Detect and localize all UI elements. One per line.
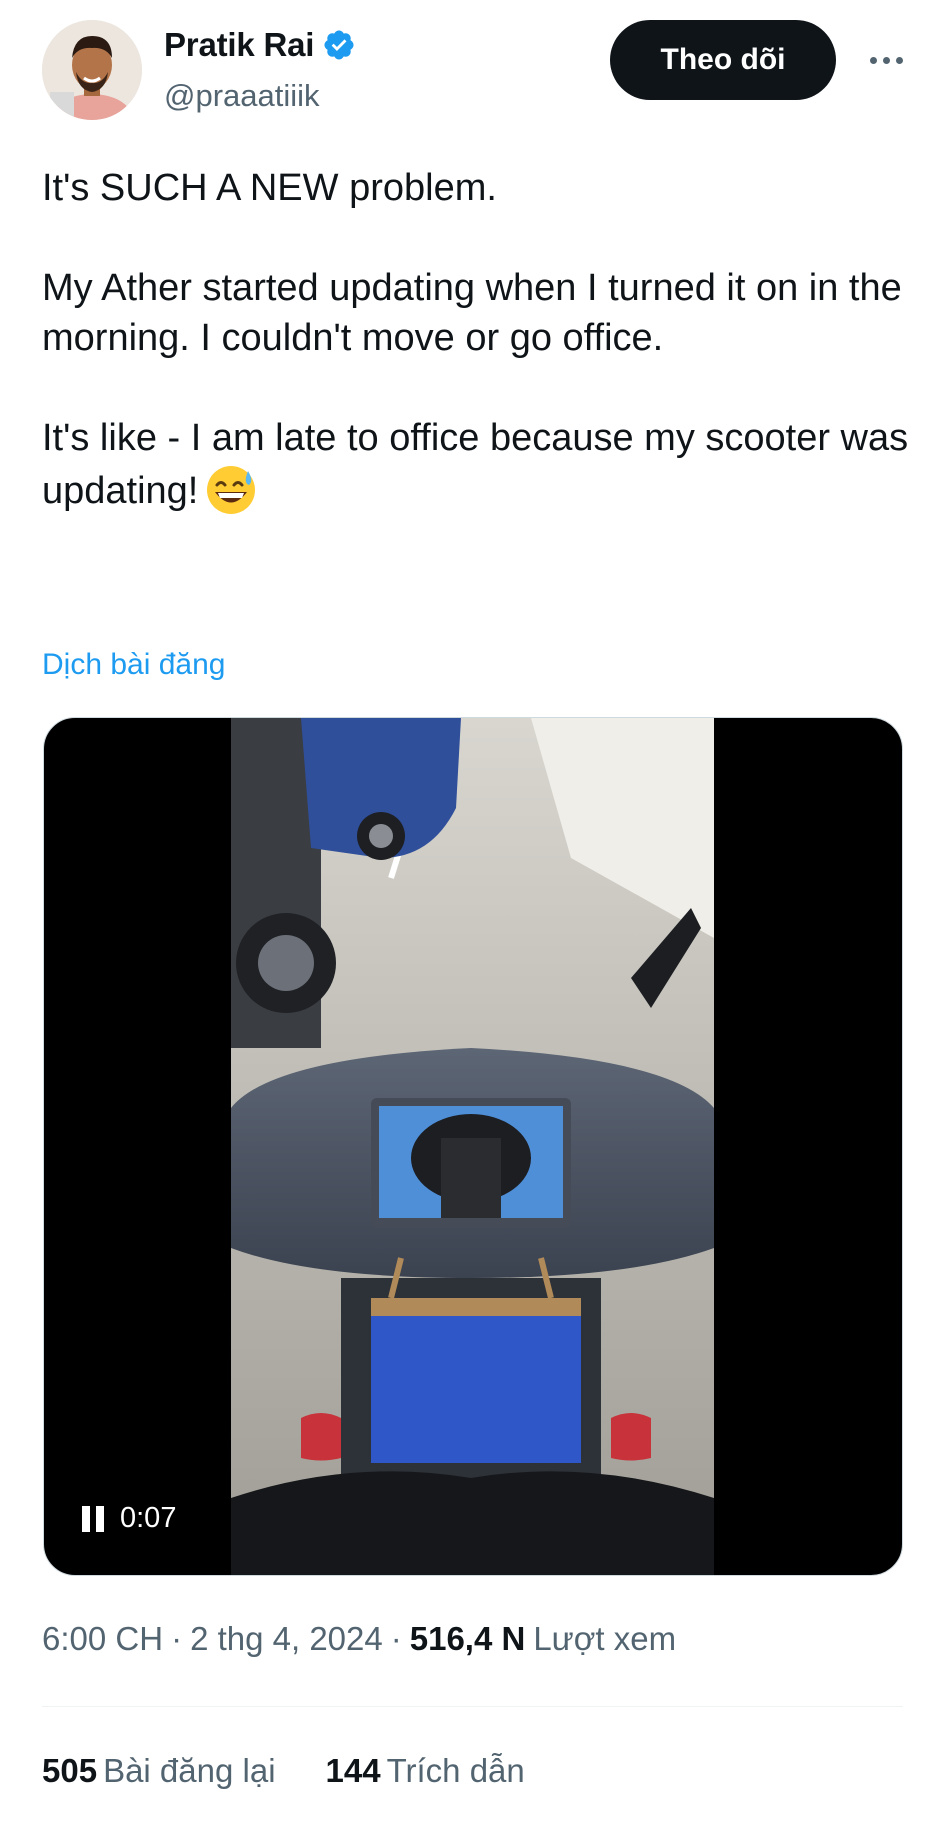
video-timecode: 0:07 [120,1502,177,1534]
tweet-paragraph: It's like - I am late to office because … [42,413,912,517]
tweet-header: Pratik Rai @praaatiiik Theo dõi [0,0,945,130]
author-handle[interactable]: @praaatiiik [164,78,320,114]
reposts-count: 505 [42,1752,98,1789]
quotes-label: Trích dẫn [386,1752,525,1789]
quotes-count: 144 [325,1752,381,1789]
quotes-stat[interactable]: 144 Trích dẫn [326,1752,525,1790]
translate-post-link[interactable]: Dịch bài đăng [42,648,225,682]
verified-badge-icon[interactable] [322,28,356,62]
pause-icon[interactable] [82,1505,106,1532]
meta-separator: · [171,1620,183,1657]
engagement-stats: 505 Bài đăng lại 144 Trích dẫn [42,1752,525,1790]
video-controls: 0:07 [82,1502,176,1535]
views-count: 516,4 N [409,1620,526,1657]
views-label: Lượt xem [533,1620,677,1657]
tweet-date[interactable]: 2 thg 4, 2024 [190,1620,383,1658]
more-options-icon[interactable] [858,38,914,82]
divider [42,1706,903,1707]
video-player[interactable]: 0:07 [43,717,903,1576]
reposts-label: Bài đăng lại [103,1752,276,1789]
tweet-text: It's SUCH A NEW problem. My Ather starte… [42,163,912,517]
avatar[interactable] [42,20,142,120]
grinning-face-with-sweat-icon [204,463,258,517]
reposts-stat[interactable]: 505 Bài đăng lại [42,1752,276,1790]
tweet-meta: 6:00 CH · 2 thg 4, 2024 · 516,4 N Lượt x… [42,1620,676,1658]
author-name-row: Pratik Rai [164,26,356,64]
tweet-paragraph: My Ather started updating when I turned … [42,267,902,359]
video-frame[interactable] [231,718,714,1575]
tweet-paragraph: It's SUCH A NEW problem. [42,167,497,209]
follow-button[interactable]: Theo dõi [610,20,836,100]
meta-separator: · [390,1620,402,1657]
tweet-paragraph-text: It's like - I am late to office because … [42,417,909,512]
author-display-name[interactable]: Pratik Rai [164,26,314,64]
tweet-time[interactable]: 6:00 CH [42,1620,163,1658]
